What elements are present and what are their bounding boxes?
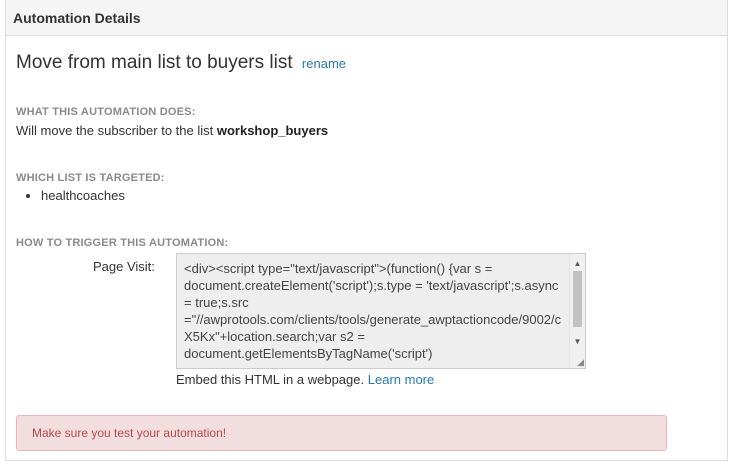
what-it-does-text: Will move the subscriber to the list wor… xyxy=(16,123,328,138)
what-it-does-label: WHAT THIS AUTOMATION DOES: xyxy=(16,106,196,118)
page-visit-label: Page Visit: xyxy=(93,259,155,274)
embed-code-text: <div><script type="text/javascript">(fun… xyxy=(184,261,562,361)
targeted-list: healthcoaches xyxy=(16,188,125,203)
rename-link[interactable]: rename xyxy=(302,56,346,71)
embed-instruction: Embed this HTML in a webpage. xyxy=(176,372,365,387)
alert-text: Make sure you test your automation! xyxy=(32,426,227,440)
learn-more-link[interactable]: Learn more xyxy=(368,372,434,387)
embed-note: Embed this HTML in a webpage. Learn more xyxy=(176,372,434,387)
resize-grip-icon[interactable]: ◢ xyxy=(574,357,584,367)
embed-code-textarea[interactable]: <div><script type="text/javascript">(fun… xyxy=(176,253,586,369)
list-item: healthcoaches xyxy=(41,188,125,203)
panel-header: Automation Details xyxy=(6,0,727,36)
which-list-label: WHICH LIST IS TARGETED: xyxy=(16,172,165,184)
automation-title-row: Move from main list to buyers list renam… xyxy=(16,52,346,74)
test-warning-alert: Make sure you test your automation! xyxy=(16,415,667,451)
target-list-name: workshop_buyers xyxy=(216,123,329,138)
what-it-does-prefix: Will move the subscriber to the list xyxy=(16,123,214,138)
automation-name: Move from main list to buyers list xyxy=(16,52,293,73)
automation-details-panel: Automation Details Move from main list t… xyxy=(5,0,728,461)
scroll-thumb[interactable] xyxy=(573,271,582,327)
how-to-trigger-label: HOW TO TRIGGER THIS AUTOMATION: xyxy=(16,237,229,249)
scroll-up-arrow-icon[interactable]: ▲ xyxy=(570,256,585,270)
textarea-scrollbar[interactable]: ▲ ▼ xyxy=(569,254,585,368)
scroll-down-arrow-icon[interactable]: ▼ xyxy=(570,334,585,348)
